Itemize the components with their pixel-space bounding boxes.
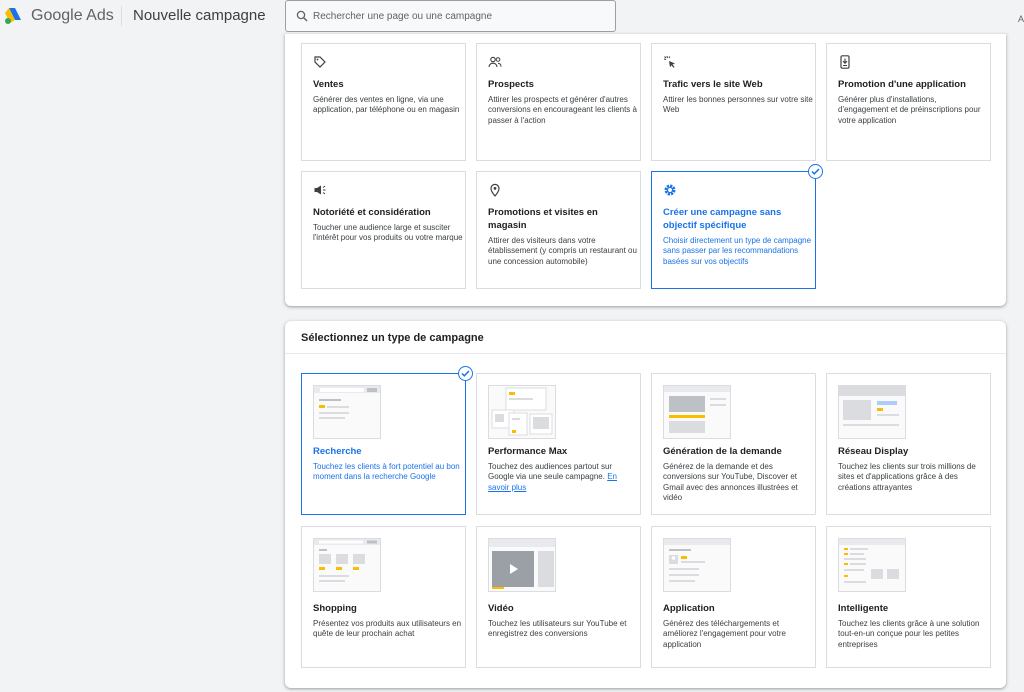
objective-description: Choisir directement un type de campagne … — [663, 236, 812, 266]
gear-icon — [664, 184, 676, 196]
brand-name: Google Ads — [31, 7, 114, 24]
campaign-type-title: Application — [663, 603, 715, 614]
campaign-type-description: Touchez les clients grâce à une solution… — [838, 619, 980, 649]
campaign-type-generation-demande[interactable]: Génération de la demande Générez de la d… — [651, 373, 816, 515]
location-pin-icon — [490, 183, 500, 197]
campaign-type-title: Intelligente — [838, 603, 889, 614]
campaign-type-description: Touchez les clients à fort potentiel au … — [313, 462, 460, 482]
campaign-type-intelligente[interactable]: Intelligente Touchez les clients grâce à… — [826, 526, 991, 668]
campaign-type-description: Générez des téléchargements et améliorez… — [663, 619, 786, 649]
video-thumbnail — [488, 538, 556, 592]
search-icon — [296, 10, 308, 22]
campaign-type-application[interactable]: Application Générez des téléchargements … — [651, 526, 816, 668]
objectives-panel: Ventes Générer des ventes en ligne, via … — [285, 34, 1006, 306]
selected-check-icon — [808, 164, 823, 179]
campaign-type-title: Shopping — [313, 603, 357, 614]
objective-title: Prospects — [488, 79, 534, 90]
tag-icon — [314, 56, 326, 68]
search-thumbnail — [313, 385, 381, 439]
search-placeholder: Rechercher une page ou une campagne — [313, 11, 493, 22]
objective-title: Ventes — [313, 79, 344, 90]
campaign-type-video[interactable]: Vidéo Touchez les utilisateurs sur YouTu… — [476, 526, 641, 668]
objective-card-trafic[interactable]: Trafic vers le site Web Attirer les bonn… — [651, 43, 816, 161]
campaign-type-title: Recherche — [313, 446, 362, 457]
objective-title: Promotion d'une application — [838, 79, 966, 90]
section-divider — [285, 353, 1006, 354]
objective-description: Attirer les bonnes personnes sur votre s… — [663, 95, 813, 115]
phone-download-icon — [840, 55, 850, 69]
selected-check-icon — [458, 366, 473, 381]
objective-description: Attirer les prospects et générer d'autre… — [488, 95, 637, 125]
campaign-type-description: Touchez des audiences partout sur Google… — [488, 462, 638, 493]
objective-title: Notoriété et considération — [313, 207, 431, 218]
campaign-type-title: Performance Max — [488, 446, 568, 457]
objective-card-notoriete[interactable]: Notoriété et considération Toucher une a… — [301, 171, 466, 289]
objective-card-application[interactable]: Promotion d'une application Générer plus… — [826, 43, 991, 161]
performance-max-thumbnail — [488, 385, 556, 439]
cursor-click-icon — [663, 55, 675, 68]
header-divider — [121, 6, 122, 26]
objective-title: Promotions et visites en magasin — [488, 207, 598, 231]
search-input[interactable]: Rechercher une page ou une campagne — [285, 0, 616, 32]
campaign-type-shopping[interactable]: Shopping Présentez vos produits aux util… — [301, 526, 466, 668]
objective-card-ventes[interactable]: Ventes Générer des ventes en ligne, via … — [301, 43, 466, 161]
demand-gen-thumbnail — [663, 385, 731, 439]
megaphone-icon — [314, 185, 326, 195]
top-bar: Google Ads Nouvelle campagne Rechercher … — [0, 0, 1024, 34]
account-initial[interactable]: A — [1018, 14, 1024, 24]
app-thumbnail — [663, 538, 731, 592]
campaign-type-description: Présentez vos produits aux utilisateurs … — [313, 619, 462, 639]
campaign-type-panel: Sélectionnez un type de campagne Recherc… — [285, 321, 1006, 688]
objective-description: Générer plus d'installations, d'engageme… — [838, 95, 981, 125]
campaign-type-performance-max[interactable]: Performance Max Touchez des audiences pa… — [476, 373, 641, 515]
campaign-type-title: Réseau Display — [838, 446, 909, 457]
objective-description: Attirer des visiteurs dans votre établis… — [488, 236, 637, 266]
shopping-thumbnail — [313, 538, 381, 592]
objective-card-magasin[interactable]: Promotions et visites en magasin Attirer… — [476, 171, 641, 289]
google-ads-logo[interactable] — [4, 7, 24, 25]
smart-thumbnail — [838, 538, 906, 592]
campaign-type-title: Génération de la demande — [663, 446, 782, 457]
people-icon — [488, 56, 502, 68]
objective-title: Créer une campagne sans objectif spécifi… — [663, 207, 782, 231]
objective-card-prospects[interactable]: Prospects Attirer les prospects et génér… — [476, 43, 641, 161]
objective-title: Trafic vers le site Web — [663, 79, 763, 90]
campaign-type-description: Générez de la demande et des conversions… — [663, 462, 798, 502]
objective-description: Toucher une audience large et susciter l… — [313, 223, 463, 243]
campaign-type-reseau-display[interactable]: Réseau Display Touchez les clients sur t… — [826, 373, 991, 515]
campaign-type-heading: Sélectionnez un type de campagne — [301, 332, 484, 344]
objective-card-sans-objectif[interactable]: Créer une campagne sans objectif spécifi… — [651, 164, 823, 289]
page-title: Nouvelle campagne — [133, 7, 266, 24]
campaign-type-description: Touchez les utilisateurs sur YouTube et … — [488, 619, 627, 639]
campaign-type-recherche[interactable]: Recherche Touchez les clients à fort pot… — [301, 366, 473, 515]
campaign-type-description: Touchez les clients sur trois millions d… — [838, 462, 976, 492]
campaign-type-title: Vidéo — [488, 603, 514, 614]
objective-description: Générer des ventes en ligne, via une app… — [313, 95, 460, 115]
display-thumbnail — [838, 385, 906, 439]
description-text: Touchez des audiences partout sur Google… — [488, 462, 613, 482]
